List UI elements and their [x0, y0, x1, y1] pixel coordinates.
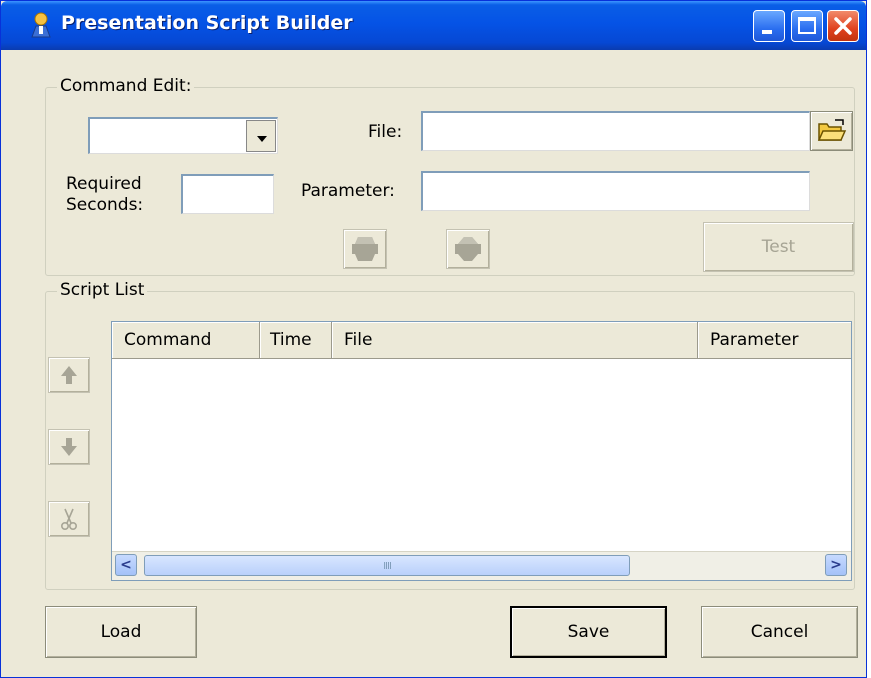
- window-title: Presentation Script Builder: [61, 12, 353, 34]
- column-header-parameter[interactable]: Parameter: [698, 322, 851, 358]
- scroll-thumb[interactable]: IIII: [144, 555, 630, 576]
- move-down-button[interactable]: [48, 429, 90, 465]
- add-command-button[interactable]: [343, 229, 387, 269]
- save-button[interactable]: Save: [510, 606, 667, 658]
- script-list-view[interactable]: Command Time File Parameter < IIII >: [111, 321, 852, 581]
- parameter-input[interactable]: [421, 171, 810, 211]
- scroll-right-button[interactable]: >: [825, 554, 847, 576]
- scroll-left-button[interactable]: <: [115, 554, 137, 576]
- scissors-icon: [60, 508, 78, 531]
- update-command-button[interactable]: [446, 229, 490, 269]
- add-command-icon: [352, 237, 378, 261]
- scroll-grip: IIII: [383, 561, 392, 572]
- column-header-file[interactable]: File: [332, 322, 698, 358]
- file-input[interactable]: [421, 111, 810, 151]
- browse-file-button[interactable]: [810, 111, 853, 151]
- close-icon: [834, 17, 852, 35]
- horizontal-scrollbar[interactable]: < IIII >: [112, 551, 851, 580]
- chevron-right-icon: >: [830, 557, 842, 573]
- column-header-command[interactable]: Command: [112, 322, 260, 358]
- command-edit-label: Command Edit:: [57, 76, 195, 96]
- move-up-button[interactable]: [48, 357, 90, 393]
- arrow-up-icon: [61, 366, 77, 384]
- title-bar[interactable]: Presentation Script Builder: [1, 1, 866, 50]
- load-button[interactable]: Load: [45, 606, 197, 658]
- close-button[interactable]: [827, 10, 859, 42]
- folder-open-icon: [817, 119, 846, 141]
- required-seconds-input[interactable]: [181, 174, 274, 214]
- maximize-icon: [798, 17, 816, 34]
- command-select[interactable]: [88, 117, 278, 154]
- column-header-time[interactable]: Time: [260, 322, 332, 358]
- maximize-button[interactable]: [791, 10, 823, 42]
- script-list-label: Script List: [57, 280, 148, 300]
- required-seconds-label-line2: Seconds:: [66, 195, 144, 215]
- list-header: Command Time File Parameter: [112, 322, 851, 359]
- file-label: File:: [368, 122, 403, 142]
- required-seconds-label-line1: Required: [66, 174, 142, 194]
- minimize-button[interactable]: [753, 10, 785, 42]
- minimize-icon: [762, 30, 772, 34]
- cut-button[interactable]: [48, 501, 90, 537]
- parameter-label: Parameter:: [301, 181, 395, 201]
- cancel-button[interactable]: Cancel: [701, 606, 858, 658]
- chevron-left-icon: <: [120, 557, 132, 573]
- dialog-window: Presentation Script Builder Command Edit…: [0, 0, 867, 678]
- chevron-down-icon[interactable]: [246, 120, 276, 152]
- update-command-icon: [455, 237, 481, 261]
- test-button[interactable]: Test: [703, 222, 854, 272]
- presenter-icon: [31, 12, 51, 38]
- arrow-down-icon: [61, 438, 77, 456]
